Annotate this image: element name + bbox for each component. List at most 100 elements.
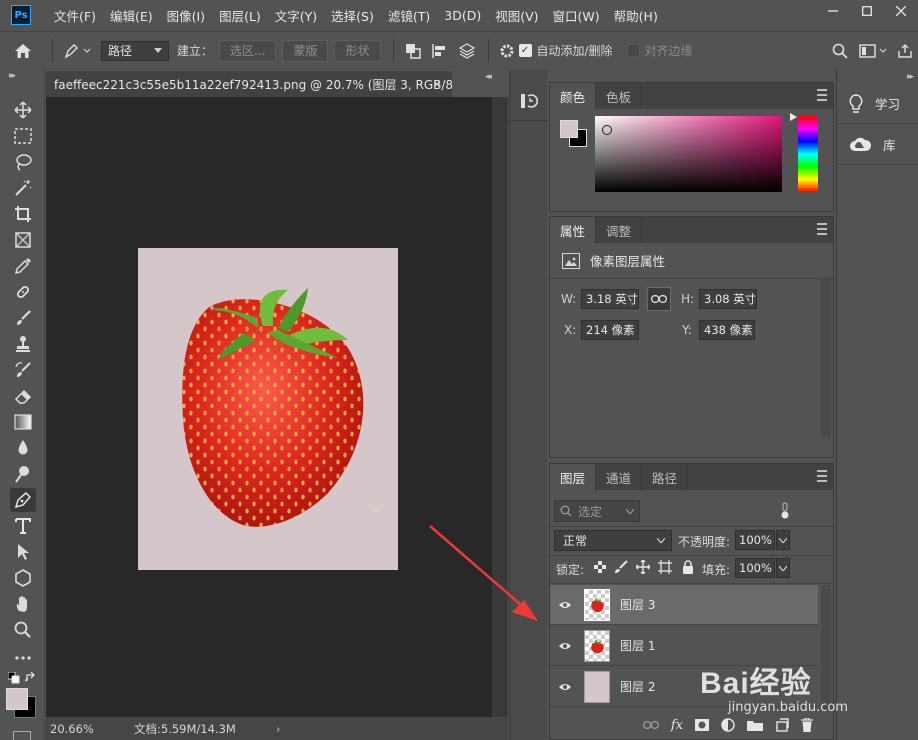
- link-icon[interactable]: [647, 287, 671, 311]
- make-mask-button[interactable]: 蒙版: [282, 39, 329, 62]
- canvas-area[interactable]: [46, 97, 492, 717]
- swap-colors-icon[interactable]: [24, 671, 37, 687]
- dodge-tool-icon[interactable]: [10, 462, 36, 486]
- search-icon[interactable]: [826, 43, 854, 59]
- panel-menu-icon[interactable]: [817, 223, 827, 235]
- menu-file[interactable]: 文件(F): [47, 6, 103, 25]
- color-field[interactable]: [595, 116, 782, 192]
- opacity-field[interactable]: 100%: [735, 530, 775, 550]
- pen-tool-icon[interactable]: [10, 488, 36, 512]
- menu-window[interactable]: 窗口(W): [546, 6, 607, 25]
- path-operations-icon[interactable]: [400, 43, 426, 59]
- lasso-tool-icon[interactable]: [10, 150, 36, 174]
- layer-row-layer-2[interactable]: 图层 2: [550, 667, 818, 707]
- zoom-level[interactable]: 20.66%: [50, 722, 130, 736]
- frame-tool-icon[interactable]: [10, 228, 36, 252]
- document-canvas[interactable]: [138, 248, 398, 570]
- chevron-right-icon[interactable]: ›: [276, 722, 281, 736]
- y-position-field[interactable]: 438 像素: [699, 320, 755, 340]
- learn-panel-button[interactable]: 学习: [837, 84, 918, 124]
- close-icon[interactable]: ×: [432, 77, 442, 91]
- lock-transparent-pixels-icon[interactable]: [594, 561, 606, 576]
- visibility-eye-icon[interactable]: [550, 641, 580, 651]
- new-layer-icon[interactable]: [775, 718, 789, 732]
- menu-select[interactable]: 选择(S): [324, 6, 381, 25]
- make-selection-button[interactable]: 选区...: [219, 39, 277, 62]
- menu-filter[interactable]: 滤镜(T): [381, 6, 437, 25]
- share-icon[interactable]: [892, 43, 918, 59]
- tab-adjustments[interactable]: 调整: [596, 217, 643, 243]
- path-selection-tool-icon[interactable]: [10, 540, 36, 564]
- menu-view[interactable]: 视图(V): [488, 6, 545, 25]
- new-group-icon[interactable]: [747, 719, 763, 731]
- properties-scrollbar[interactable]: [821, 277, 831, 437]
- marquee-tool-icon[interactable]: [10, 124, 36, 148]
- quick-mask-icon[interactable]: [13, 730, 31, 740]
- tab-channels[interactable]: 通道: [596, 464, 643, 490]
- width-field[interactable]: 3.18 英寸: [581, 289, 639, 309]
- menu-help[interactable]: 帮助(H): [607, 6, 665, 25]
- x-position-field[interactable]: 214 像素: [581, 320, 639, 340]
- fill-dropdown-icon[interactable]: [776, 558, 790, 578]
- vertical-scrollbar[interactable]: [492, 97, 508, 717]
- pen-mode-select[interactable]: 路径: [101, 40, 169, 61]
- menu-edit[interactable]: 编辑(E): [103, 6, 160, 25]
- trash-icon[interactable]: [801, 718, 813, 732]
- gear-icon[interactable]: [495, 43, 519, 59]
- history-brush-tool-icon[interactable]: [10, 358, 36, 382]
- hand-tool-icon[interactable]: [10, 592, 36, 616]
- crop-tool-icon[interactable]: [10, 202, 36, 226]
- maximize-icon[interactable]: [850, 0, 884, 22]
- brush-tool-icon[interactable]: [10, 306, 36, 330]
- magic-wand-tool-icon[interactable]: [10, 176, 36, 200]
- panel-menu-icon[interactable]: [817, 89, 827, 101]
- document-tab[interactable]: faeffeec221c3c55e5b11a22ef792413.png @ 2…: [46, 70, 468, 97]
- collapse-arrows-icon[interactable]: ▸▸: [9, 71, 16, 81]
- adjustment-layer-icon[interactable]: [721, 718, 735, 732]
- layer-row-layer-1[interactable]: 图层 1: [550, 626, 818, 666]
- fill-field[interactable]: 100%: [735, 558, 775, 578]
- lock-image-pixels-icon[interactable]: [614, 560, 628, 577]
- eraser-tool-icon[interactable]: [10, 384, 36, 408]
- lock-position-icon[interactable]: [635, 559, 651, 577]
- workspace-icon[interactable]: [854, 43, 892, 59]
- collapse-arrows-icon[interactable]: ▸▸: [907, 72, 914, 82]
- make-shape-button[interactable]: 形状: [334, 39, 381, 62]
- healing-brush-tool-icon[interactable]: [10, 280, 36, 304]
- foreground-color-swatch[interactable]: [560, 120, 578, 138]
- blur-tool-icon[interactable]: [10, 436, 36, 460]
- more-tools-icon[interactable]: [10, 646, 36, 670]
- tab-paths[interactable]: 路径: [642, 464, 689, 490]
- collapse-arrows-icon[interactable]: ◂◂: [485, 72, 492, 82]
- hue-slider[interactable]: [798, 116, 818, 192]
- close-icon[interactable]: [884, 0, 918, 22]
- foreground-color-swatch[interactable]: [6, 688, 28, 710]
- gradient-tool-icon[interactable]: [10, 410, 36, 434]
- eyedropper-tool-icon[interactable]: [10, 254, 36, 278]
- add-mask-icon[interactable]: [695, 719, 709, 731]
- layer-row-layer-3[interactable]: 图层 3: [550, 585, 818, 625]
- home-icon[interactable]: [0, 43, 46, 59]
- visibility-eye-icon[interactable]: [550, 600, 580, 610]
- menu-layer[interactable]: 图层(L): [212, 6, 268, 25]
- default-colors-icon[interactable]: [7, 671, 20, 687]
- menu-type[interactable]: 文字(Y): [268, 6, 324, 25]
- layer-filter-select[interactable]: 选定: [554, 500, 640, 522]
- layers-scrollbar[interactable]: [821, 585, 831, 709]
- path-alignment-icon[interactable]: [426, 43, 452, 59]
- fx-icon[interactable]: fx: [671, 718, 683, 733]
- tab-layers[interactable]: 图层: [550, 464, 597, 490]
- tab-properties[interactable]: 属性: [550, 217, 597, 243]
- lock-all-icon[interactable]: [682, 560, 694, 577]
- filter-toggle-icon[interactable]: [780, 502, 790, 520]
- hue-slider-handle[interactable]: [790, 113, 797, 121]
- shape-tool-icon[interactable]: [10, 566, 36, 590]
- link-layers-icon[interactable]: [642, 721, 659, 729]
- pen-tool-preset-icon[interactable]: [59, 43, 95, 59]
- libraries-panel-button[interactable]: 库: [837, 125, 918, 165]
- visibility-eye-icon[interactable]: [550, 682, 580, 692]
- minimize-icon[interactable]: [816, 0, 850, 22]
- align-edges-checkbox[interactable]: [626, 44, 640, 57]
- panel-menu-icon[interactable]: [817, 470, 827, 482]
- history-panel-icon[interactable]: [520, 92, 539, 113]
